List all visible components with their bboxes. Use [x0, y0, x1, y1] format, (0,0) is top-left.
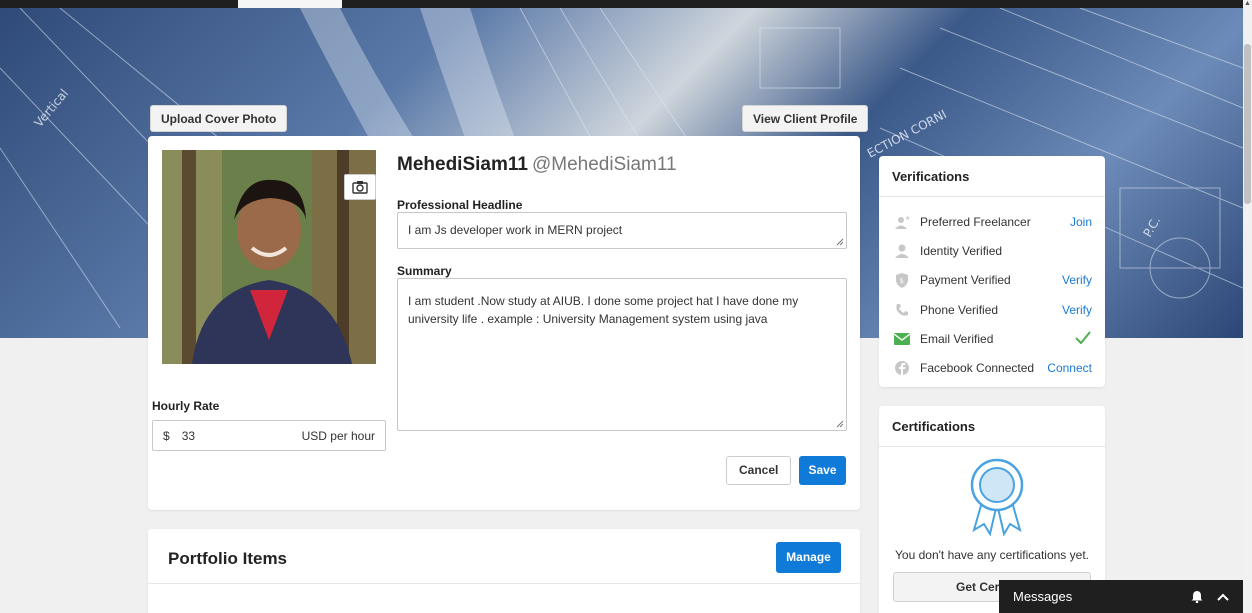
verification-label: Email Verified: [920, 331, 994, 346]
save-button[interactable]: Save: [799, 456, 846, 485]
preferred-freelancer-icon: ★: [893, 215, 911, 229]
checkmark-icon: [1075, 331, 1091, 347]
verify-payment-link[interactable]: Verify: [1062, 273, 1092, 287]
resize-handle-icon[interactable]: [836, 420, 844, 428]
upload-cover-photo-button[interactable]: Upload Cover Photo: [150, 105, 288, 132]
divider: [879, 196, 1105, 197]
headline-label: Professional Headline: [397, 198, 523, 212]
verification-item-payment: $ Payment Verified Verify: [879, 266, 1105, 295]
summary-label: Summary: [397, 264, 452, 278]
join-link[interactable]: Join: [1070, 215, 1092, 229]
verification-label: Facebook Connected: [920, 361, 1035, 376]
messages-label: Messages: [1013, 589, 1073, 604]
headline-input[interactable]: I am Js developer work in MERN project: [397, 212, 847, 249]
certifications-title: Certifications: [892, 419, 976, 434]
resize-handle-icon[interactable]: [836, 238, 844, 246]
manage-portfolio-button[interactable]: Manage: [776, 542, 841, 573]
headline-value: I am Js developer work in MERN project: [408, 223, 623, 237]
svg-text:P.C.: P.C.: [1140, 214, 1163, 240]
verification-item-facebook: Facebook Connected Connect: [879, 353, 1105, 382]
profile-name: MehediSiam11 @MehediSiam11: [397, 154, 677, 176]
active-tab-indicator: [238, 0, 342, 8]
profile-handle: @MehediSiam11: [531, 154, 677, 175]
verifications-list: ★ Preferred Freelancer Join Identity Ver…: [879, 207, 1105, 383]
shield-icon: $: [893, 272, 911, 288]
verification-item-identity: Identity Verified: [879, 236, 1105, 265]
profile-photo: [162, 150, 376, 364]
email-icon: [893, 332, 911, 346]
divider: [879, 446, 1105, 447]
verification-item-preferred-freelancer: ★ Preferred Freelancer Join: [879, 207, 1105, 236]
verifications-card: Verifications ★ Preferred Freelancer Joi…: [879, 156, 1105, 387]
display-name: MehediSiam11: [397, 154, 528, 175]
divider: [148, 583, 860, 584]
phone-icon: [893, 303, 911, 317]
hourly-rate-input[interactable]: $ 33 USD per hour: [152, 420, 386, 451]
verification-item-phone: Phone Verified Verify: [879, 295, 1105, 324]
portfolio-card: Portfolio Items Manage: [148, 529, 860, 613]
verification-label: Payment Verified: [920, 273, 1011, 288]
change-photo-button[interactable]: [344, 174, 376, 200]
verifications-title: Verifications: [892, 169, 970, 184]
summary-value: I am student .Now study at AIUB. I done …: [408, 294, 799, 326]
view-client-profile-button[interactable]: View Client Profile: [742, 105, 869, 132]
verification-label: Preferred Freelancer: [920, 214, 1031, 229]
scroll-up-icon[interactable]: ▲: [1243, 0, 1252, 10]
svg-text:★: ★: [905, 215, 910, 222]
scrollbar-thumb[interactable]: [1244, 44, 1251, 204]
connect-facebook-link[interactable]: Connect: [1047, 361, 1092, 375]
profile-edit-card: MehediSiam11 @MehediSiam11 Professional H…: [148, 136, 860, 510]
hourly-rate-label: Hourly Rate: [152, 399, 220, 413]
svg-text:$: $: [900, 277, 904, 285]
top-bar: [0, 0, 1243, 8]
verify-phone-link[interactable]: Verify: [1062, 303, 1092, 317]
hourly-rate-value: 33: [181, 428, 196, 443]
summary-textarea[interactable]: I am student .Now study at AIUB. I done …: [397, 278, 847, 431]
chevron-up-icon[interactable]: [1217, 593, 1229, 601]
camera-icon: [352, 181, 368, 194]
cancel-button[interactable]: Cancel: [726, 456, 792, 485]
no-certifications-text: You don't have any certifications yet.: [895, 548, 1089, 562]
verification-label: Phone Verified: [920, 302, 999, 317]
scrollbar[interactable]: ▲: [1243, 0, 1252, 613]
currency-symbol: $: [163, 428, 170, 443]
portfolio-title: Portfolio Items: [168, 549, 288, 568]
identity-icon: [893, 244, 911, 258]
verification-label: Identity Verified: [920, 243, 1003, 258]
bell-icon[interactable]: [1191, 590, 1203, 603]
messages-bar[interactable]: Messages: [999, 580, 1243, 613]
certificate-badge-icon: [970, 458, 1024, 536]
facebook-icon: [893, 361, 911, 376]
verification-item-email: Email Verified: [879, 324, 1105, 353]
hourly-rate-unit: USD per hour: [301, 428, 375, 443]
